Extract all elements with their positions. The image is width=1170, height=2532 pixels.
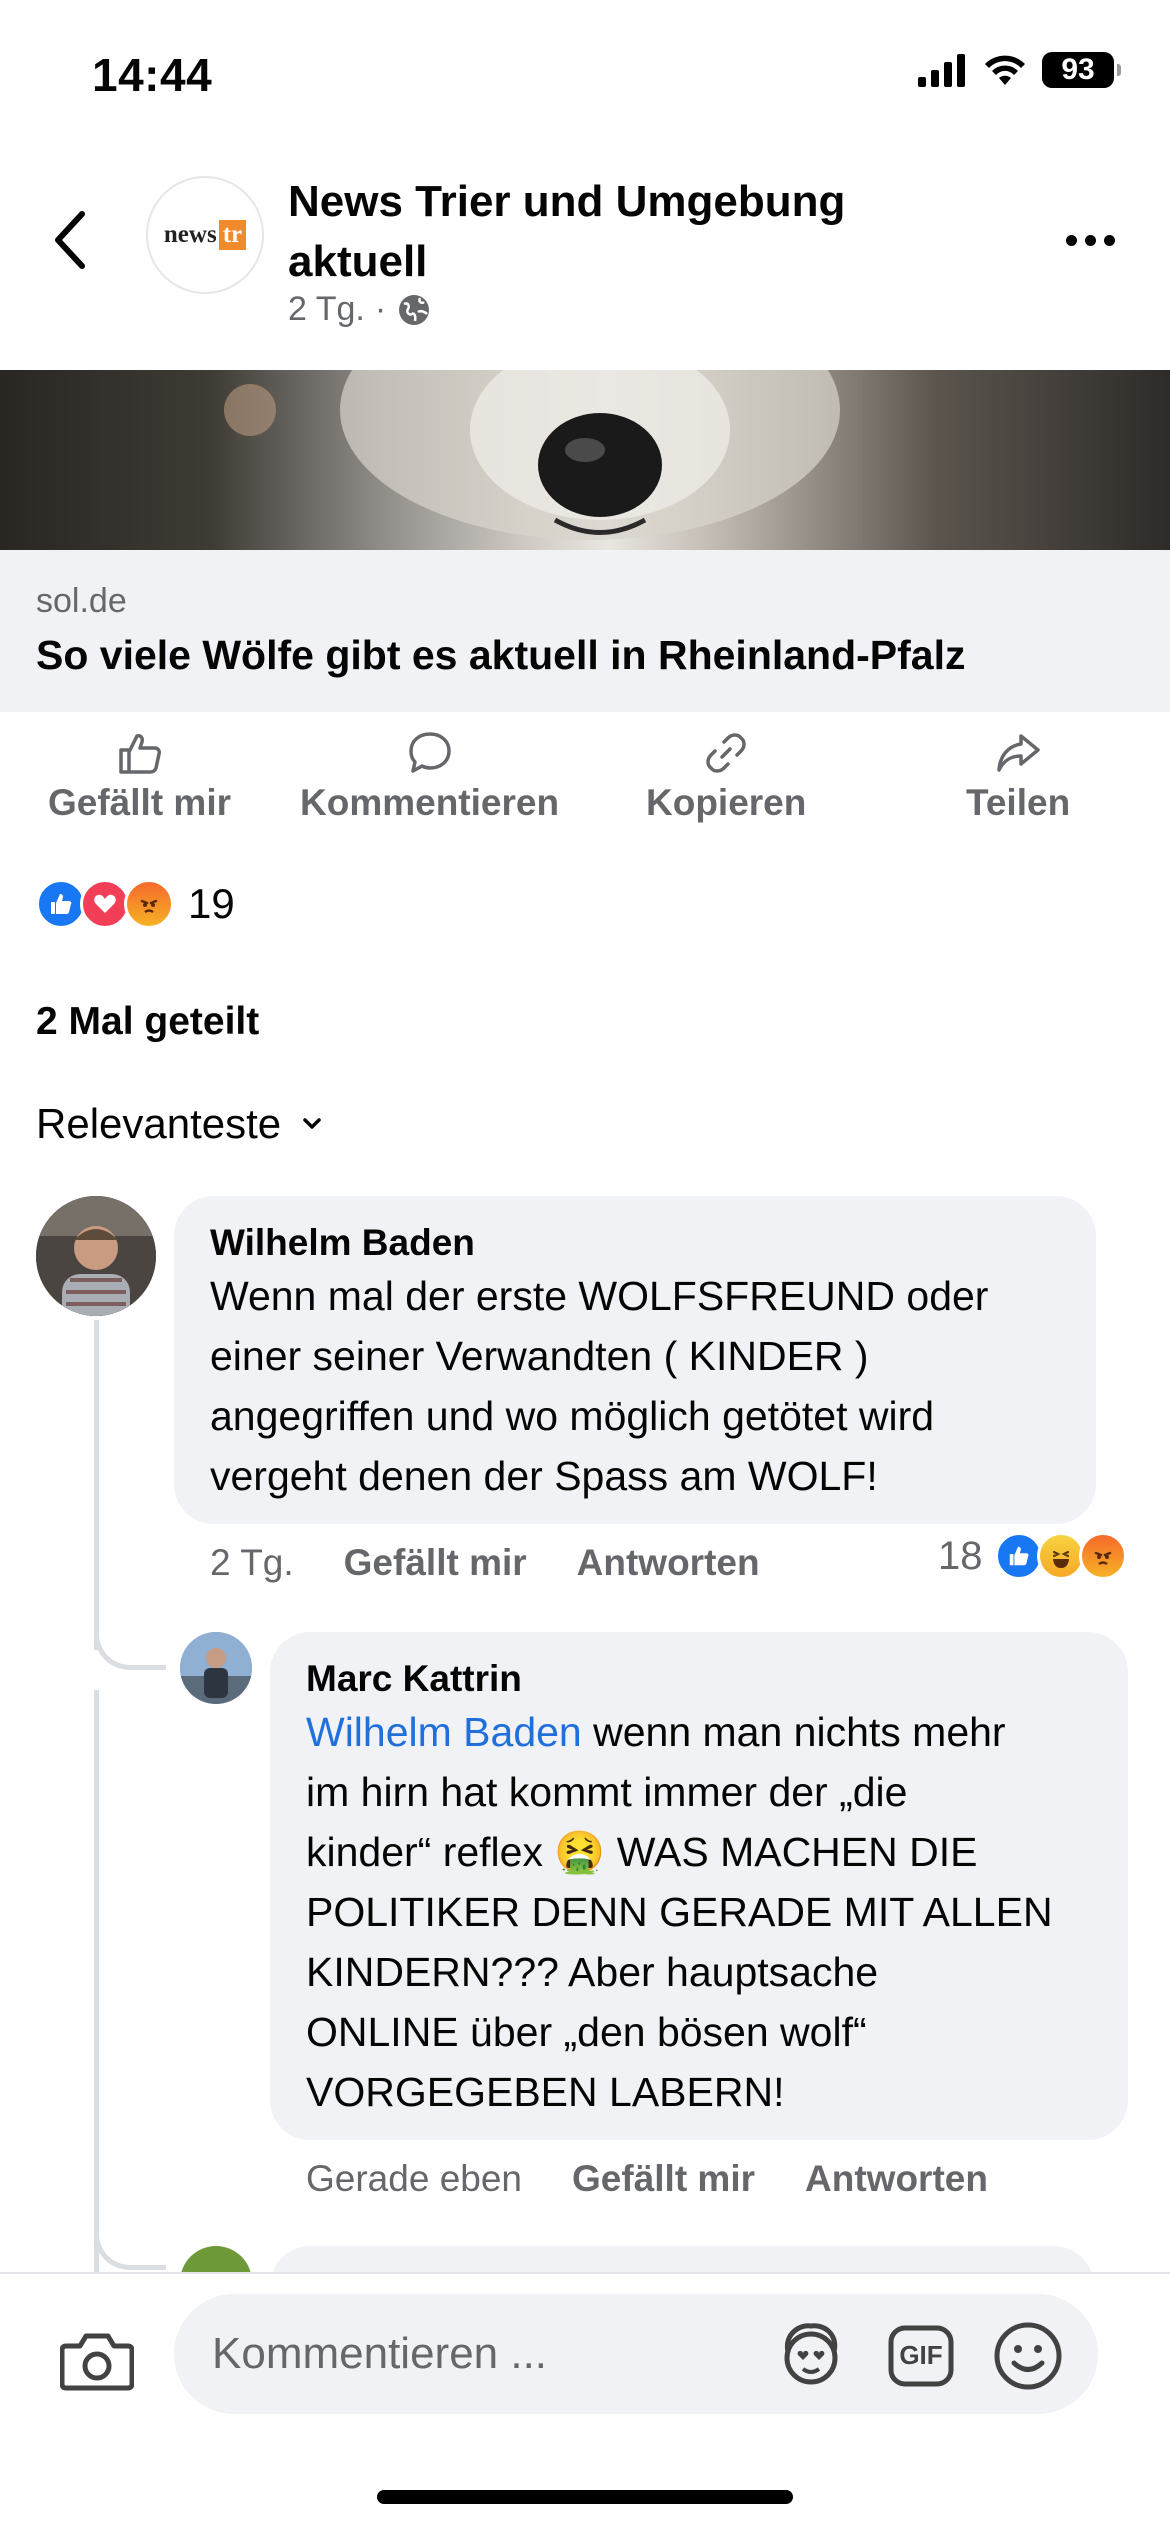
thread-connector [94,1600,166,1670]
like-button[interactable]: Gefällt mir [48,730,231,824]
dot-icon [1084,234,1096,246]
comment-reactions[interactable]: 18 [938,1532,1127,1580]
post-time: 2 Tg. [288,290,365,328]
post-actions: Gefällt mir Kommentieren Kopieren Teilen [0,730,1170,840]
wolf-snout-image [224,370,840,540]
share-icon [997,734,1040,772]
globe-icon [399,294,430,325]
comment-input[interactable] [174,2294,1098,2414]
link-icon [706,733,746,773]
status-time: 14:44 [92,49,213,101]
emoji-button[interactable] [992,2320,1064,2397]
comment-line: im hirn hat kommt immer der „die [306,1769,908,1815]
page-avatar[interactable]: news tr [146,176,264,294]
share-label: Teilen [966,782,1071,823]
reply-reply-button[interactable]: Antworten [805,2158,988,2200]
thumbs-up-icon [118,734,161,774]
avatar-sticker-icon [784,2323,838,2385]
status-icons: 93 [918,52,1121,88]
sort-label: Relevanteste [36,1100,282,1147]
comment-line: Wilhelm Baden wenn man nichts mehr [306,1709,1006,1755]
wifi-icon [985,55,1025,85]
comment-line: vergeht denen der Spass am WOLF! [210,1453,878,1499]
chevron-down-icon [303,1118,321,1129]
copy-label: Kopieren [646,782,807,823]
share-button[interactable]: Teilen [966,730,1070,824]
reply-time: Gerade eben [306,2158,523,2199]
comment-line: POLITIKER DENN GERADE MIT ALLEN [306,1889,1053,1935]
dot-icon [1065,234,1077,246]
chevron-left-icon [55,211,85,269]
back-button[interactable] [40,200,100,280]
reply-text: Wilhelm Baden wenn man nichts mehr im hi… [306,1702,1053,2122]
comment-icon [408,732,451,773]
home-indicator [377,2490,793,2504]
link-preview-image[interactable] [0,370,1170,550]
comment-line: KINDERN??? Aber hauptsache [306,1949,879,1995]
comment-line: VORGEGEBEN LABERN! [306,2069,785,2115]
avatar-photo [36,1196,156,1316]
angry-reaction-icon [124,879,174,929]
battery-icon: 93 [1042,52,1121,88]
comment-label: Kommentieren [300,782,560,823]
camera-button[interactable] [59,2330,135,2397]
post-header: news tr News Trier und Umgebung aktuell 2… [0,160,1170,360]
gif-label: GIF [899,2340,943,2370]
share-count[interactable]: 2 Mal geteilt [36,1000,259,1044]
battery-level: 93 [1061,53,1095,86]
thread-connector [94,2220,166,2270]
page-logo: news tr [164,220,247,250]
meta-separator: · [374,290,387,328]
comment-button[interactable]: Kommentieren [300,730,559,824]
comment-reply-button[interactable]: Antworten [577,1542,760,1584]
reactions-summary[interactable]: 19 [36,876,235,932]
comment-line: kinder“ reflex 🤮 WAS MACHEN DIE [306,1829,978,1875]
comment-time: 2 Tg. [210,1542,294,1583]
gif-button[interactable]: GIF [886,2320,956,2395]
comment-like-button[interactable]: Gefällt mir [344,1542,527,1584]
post-meta: 2 Tg. · [288,290,432,329]
comment-line: Wenn mal der erste WOLFSFREUND oder [210,1273,989,1319]
link-domain: sol.de [36,582,127,620]
page-name[interactable]: News Trier und Umgebung aktuell [288,172,928,292]
comment-line: einer seiner Verwandten ( KINDER ) [210,1333,869,1379]
dot-icon [1103,234,1115,246]
like-reaction-icon [994,1532,1043,1580]
angry-reaction-icon [1078,1532,1127,1580]
mention-link[interactable]: Wilhelm Baden [306,1709,582,1755]
comment-line: angegriffen und wo möglich getötet wird [210,1393,935,1439]
like-reaction-icon [36,879,86,929]
reply-author[interactable]: Marc Kattrin [306,1658,522,1700]
status-bar: 14:44 93 [0,0,1170,140]
reaction-count: 19 [188,880,235,927]
comment-sort-dropdown[interactable]: Relevanteste [36,1100,323,1148]
haha-reaction-icon [1036,1532,1085,1580]
more-options-button[interactable] [1050,220,1130,260]
link-preview-info[interactable]: sol.de So viele Wölfe gibt es aktuell in… [0,550,1170,712]
smiley-icon [994,2322,1062,2390]
thread-line [94,1690,99,2280]
reply-author-avatar[interactable] [180,1632,252,1704]
reply-meta: Gerade eben Gefällt mir Antworten [306,2158,988,2200]
camera-icon [59,2333,135,2391]
comment-author-avatar[interactable] [36,1196,156,1316]
copy-link-button[interactable]: Kopieren [646,730,806,824]
avatar-photo [180,1632,252,1704]
reply-like-button[interactable]: Gefällt mir [572,2158,755,2200]
link-title: So viele Wölfe gibt es aktuell in Rheinl… [36,632,966,678]
avatar-sticker-button[interactable] [774,2320,848,2395]
comment-line: ONLINE über „den bösen wolf“ [306,2009,867,2055]
comment-text: Wenn mal der erste WOLFSFREUND oder eine… [210,1266,988,1506]
signal-icon [918,54,965,87]
love-reaction-icon [80,879,130,929]
like-label: Gefällt mir [48,782,231,823]
comment-author[interactable]: Wilhelm Baden [210,1222,475,1264]
comment-reaction-count: 18 [938,1533,983,1578]
comment-meta: 2 Tg. Gefällt mir Antworten [210,1542,760,1584]
